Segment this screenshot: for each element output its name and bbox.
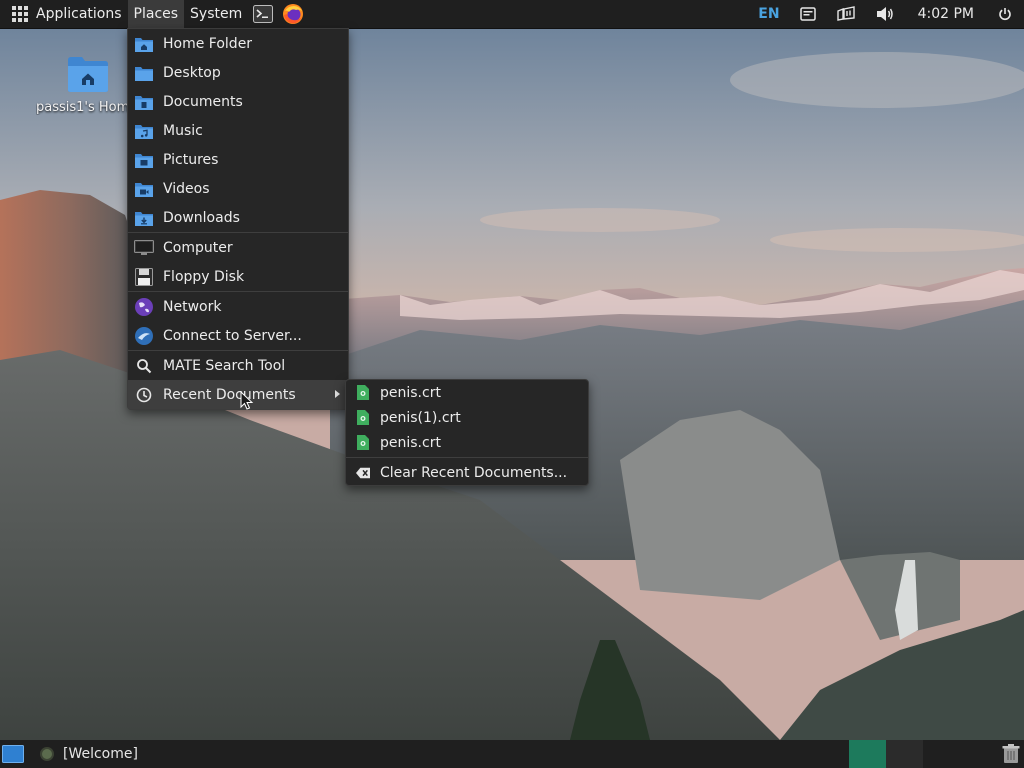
recent-documents-submenu: penis.crt penis(1).crt penis.crt Clear R… — [345, 379, 589, 486]
menu-separator — [346, 457, 588, 458]
desktop-folder-icon — [134, 63, 154, 83]
recent-file-label: penis.crt — [380, 384, 441, 401]
taskbar-window-label: [Welcome] — [63, 746, 138, 762]
notes-icon[interactable] — [799, 7, 816, 21]
menu-item-label: Computer — [163, 239, 233, 256]
certificate-file-icon — [356, 435, 370, 451]
menu-item-label: Downloads — [163, 209, 240, 226]
clear-recent-label: Clear Recent Documents... — [380, 464, 568, 481]
places-menu[interactable]: Places — [127, 0, 185, 28]
menu-item-label: Desktop — [163, 64, 221, 81]
menu-item-floppy-disk[interactable]: Floppy Disk — [128, 262, 348, 291]
menu-item-home-folder[interactable]: Home Folder — [128, 29, 348, 58]
menu-item-label: Documents — [163, 93, 243, 110]
trash-icon[interactable] — [1002, 744, 1020, 764]
menu-item-label: MATE Search Tool — [163, 357, 286, 374]
menu-item-recent-documents[interactable]: Recent Documents — [128, 380, 348, 409]
menu-item-videos[interactable]: Videos — [128, 174, 348, 203]
clear-recent-documents-item[interactable]: Clear Recent Documents... — [346, 460, 588, 485]
menu-item-documents[interactable]: Documents — [128, 87, 348, 116]
system-menu-label: System — [190, 6, 243, 22]
menu-item-label: Music — [163, 122, 203, 139]
recent-file-label: penis(1).crt — [380, 409, 461, 426]
menu-item-desktop[interactable]: Desktop — [128, 58, 348, 87]
menu-item-label: Home Folder — [163, 35, 253, 52]
menu-item-label: Network — [163, 298, 222, 315]
welcome-app-icon — [40, 747, 54, 761]
menu-item-pictures[interactable]: Pictures — [128, 145, 348, 174]
recent-file-item[interactable]: penis.crt — [346, 380, 588, 405]
desktop-home-label: passis1's Home — [36, 100, 132, 115]
documents-folder-icon — [134, 92, 154, 112]
menu-item-mate-search-tool[interactable]: MATE Search Tool — [128, 351, 348, 380]
music-folder-icon — [134, 121, 154, 141]
menu-item-label: Connect to Server... — [163, 327, 302, 344]
places-dropdown: Home Folder Desktop Documents Music Pict… — [127, 28, 349, 410]
search-icon — [134, 356, 154, 376]
applications-menu-label: Applications — [36, 6, 122, 22]
volume-icon[interactable] — [876, 6, 894, 22]
clock[interactable]: 4:02 PM — [918, 6, 974, 22]
desktop-home-icon[interactable]: passis1's Home — [36, 54, 136, 115]
network-status-icon[interactable] — [836, 6, 856, 22]
places-menu-label: Places — [133, 6, 179, 22]
menu-item-downloads[interactable]: Downloads — [128, 203, 348, 232]
certificate-file-icon — [356, 410, 370, 426]
terminal-icon[interactable] — [252, 3, 274, 25]
workspace-2[interactable] — [886, 740, 923, 768]
menu-item-label: Pictures — [163, 151, 219, 168]
top-panel: Applications Places System EN 4:02 PM — [0, 0, 1024, 29]
floppy-disk-icon — [134, 267, 154, 287]
mouse-cursor-icon — [240, 390, 254, 415]
downloads-folder-icon — [134, 208, 154, 228]
show-desktop-icon[interactable] — [2, 745, 24, 763]
menu-item-connect-to-server[interactable]: Connect to Server... — [128, 321, 348, 350]
menu-item-network[interactable]: Network — [128, 292, 348, 321]
recent-file-item[interactable]: penis.crt — [346, 430, 588, 455]
menu-item-computer[interactable]: Computer — [128, 233, 348, 262]
computer-icon — [134, 238, 154, 258]
recent-file-label: penis.crt — [380, 434, 441, 451]
menu-item-label: Videos — [163, 180, 210, 197]
home-folder-icon — [66, 54, 110, 94]
clock-icon — [134, 385, 154, 405]
system-tray: EN 4:02 PM — [748, 0, 1024, 28]
certificate-file-icon — [356, 385, 370, 401]
apps-grid-icon — [12, 6, 28, 22]
menu-item-music[interactable]: Music — [128, 116, 348, 145]
applications-menu[interactable]: Applications — [0, 0, 128, 28]
workspace-1[interactable] — [849, 740, 886, 768]
menu-item-label: Recent Documents — [163, 386, 296, 403]
taskbar-window-welcome[interactable]: [Welcome] — [40, 746, 138, 762]
recent-file-item[interactable]: penis(1).crt — [346, 405, 588, 430]
power-icon[interactable] — [998, 7, 1012, 21]
network-icon — [134, 297, 154, 317]
home-folder-icon — [134, 34, 154, 54]
connect-server-icon — [134, 326, 154, 346]
videos-folder-icon — [134, 179, 154, 199]
menu-item-label: Floppy Disk — [163, 268, 245, 285]
submenu-arrow-icon — [335, 390, 340, 398]
clear-icon — [356, 465, 370, 481]
pictures-folder-icon — [134, 150, 154, 170]
firefox-icon[interactable] — [282, 3, 304, 25]
keyboard-layout-indicator[interactable]: EN — [758, 6, 779, 22]
system-menu[interactable]: System — [184, 0, 248, 28]
